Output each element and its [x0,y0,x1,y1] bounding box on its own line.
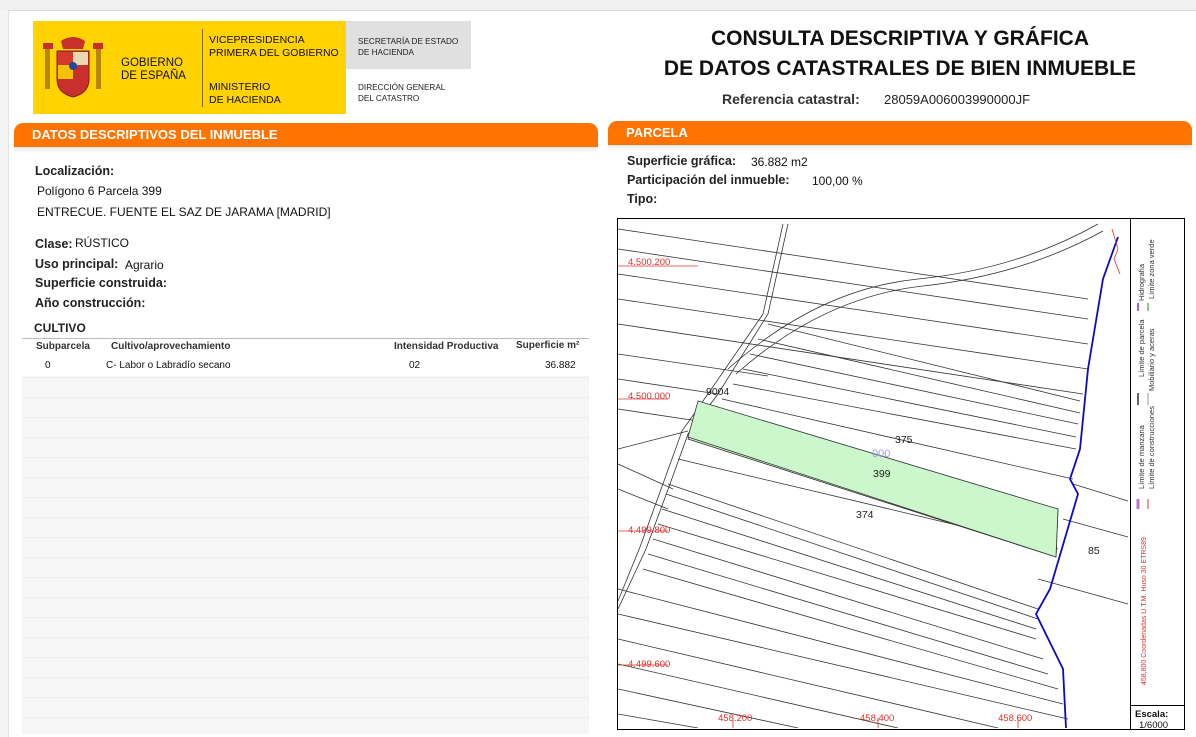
cultivo-table-header [22,338,589,357]
map-legend: Límite de manzana Límite de parcela Hidr… [1130,219,1185,705]
col-intensidad: Intensidad Productiva [394,341,499,352]
parcel-label-9004: 9004 [706,386,730,398]
localizacion-line2: ENTRECUE. FUENTE EL SAZ DE JARAMA [MADRI… [37,205,331,219]
uso-value: Agrario [125,258,164,272]
clase-value: RÚSTICO [75,236,129,250]
scale-value: 1/6000 [1139,720,1169,731]
y-coord-label: 4.500.000 [628,391,671,402]
cell-subparcela: 0 [45,360,51,371]
superficie-grafica-label: Superficie gráfica: [627,154,737,168]
referencia-label: Referencia catastral: [722,91,860,107]
x-coord-label: 458.600 [998,713,1033,724]
legend-coordenadas: 458,800 Coordenadas U.T.M. Huso 30 ETRS8… [1141,537,1148,685]
scale-label: Escala: [1135,709,1169,720]
parcel-label-375: 375 [895,434,913,446]
page-title: CONSULTA DESCRIPTIVA Y GRÁFICA DE DATOS … [663,27,1137,80]
parcela-header: PARCELA [608,121,1192,145]
window-top-border [0,0,1196,11]
col-superficie: Superficie m² [516,340,580,351]
anio-construccion-label: Año construcción: [35,296,146,310]
y-coord-label: 4.500.200 [628,257,671,268]
secretaria-label: SECRETARÍA DE ESTADO DE HACIENDA [358,37,459,57]
direccion-label: DIRECCIÓN GENERAL DEL CATASTRO [358,83,446,103]
cell-superficie: 36.882 [545,360,576,371]
col-cultivo: Cultivo/aprovechamiento [111,341,231,352]
ministerio-label: MINISTERIO DE HACIENDA [209,81,281,106]
participacion-label: Participación del inmueble: [627,173,790,187]
cultivo-title: CULTIVO [34,321,86,335]
parcel-label-374: 374 [856,509,874,521]
tipo-label: Tipo: [627,192,658,206]
x-coord-label: 458.400 [860,713,895,724]
gobierno-label: GOBIERNO DE ESPAÑA [121,57,186,82]
hydrography-line [1034,236,1119,728]
header-shadow [14,147,598,153]
subparcel-label-000: 000 [872,448,891,460]
localizacion-label: Localización: [35,164,115,178]
superficie-grafica-value: 36.882 m2 [751,155,808,169]
participacion-value: 100,00 % [812,174,863,188]
logo-separator [202,29,203,107]
datos-descriptivos-header: DATOS DESCRIPTIVOS DEL INMUEBLE [14,123,598,147]
parcel-label-399: 399 [873,468,891,480]
gobierno-logo: GOBIERNO DE ESPAÑA VICEPRESIDENCIA PRIMERA… [33,21,346,114]
vicepresidencia-label: VICEPRESIDENCIA PRIMERA DEL GOBIERNO [209,34,339,59]
header-shadow [608,145,1192,151]
y-coord-label: 4.499.800 [628,525,671,536]
x-coord-label: 458.200 [718,713,753,724]
cell-intensidad: 02 [409,360,421,371]
superficie-construida-label: Superficie construida: [35,276,167,290]
referencia-value: 28059A006003990000JF [884,92,1031,107]
parcel-label-85: 85 [1088,545,1100,557]
scale-box: Escala: 1/6000 [1130,705,1185,731]
cultivo-table [22,338,589,734]
y-coord-label: 4.499.600 [628,659,671,670]
cell-cultivo: C- Labor o Labradío secano [106,360,231,371]
coat-of-arms-icon [43,37,103,98]
cadastral-map[interactable]: 4.500.200 4.500.000 4.499.800 4.499.600 … [617,218,1185,731]
col-subparcela: Subparcela [36,341,90,352]
uso-label: Uso principal: [35,257,119,271]
localizacion-line1: Polígono 6 Parcela 399 [37,184,162,198]
legend-swatches [1136,303,1149,509]
window-left-border [0,10,9,737]
clase-label: Clase: [35,237,73,251]
